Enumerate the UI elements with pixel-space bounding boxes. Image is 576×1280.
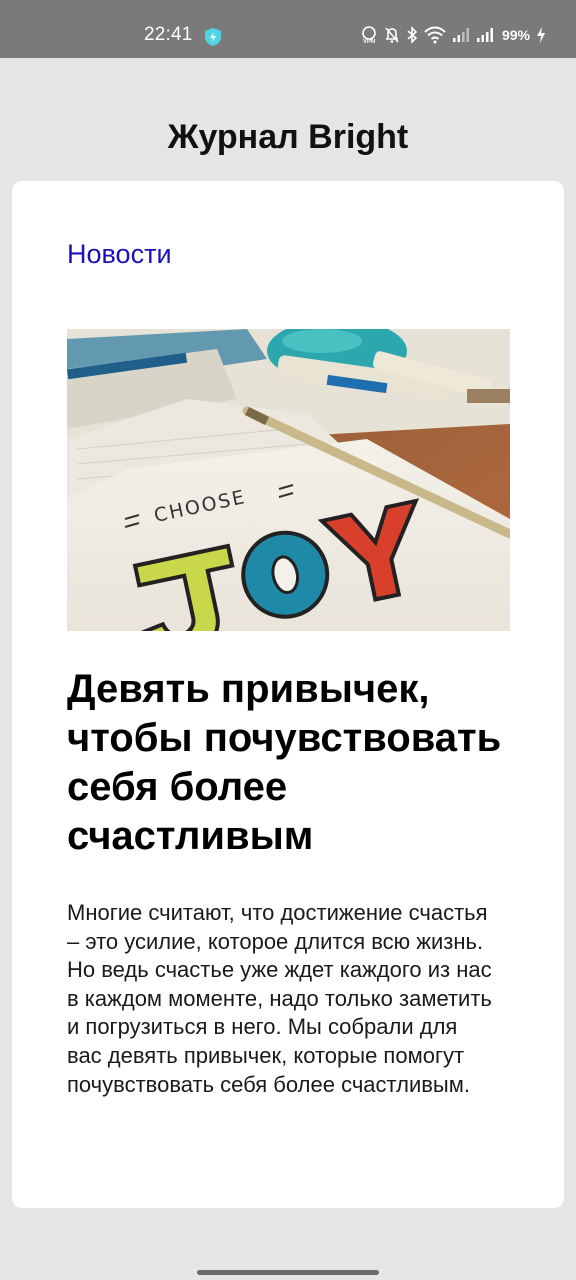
vpn-icon: VPN (362, 26, 376, 44)
status-time: 22:41 (144, 24, 193, 45)
status-icons: VPN 99% (360, 26, 546, 44)
choose-joy-illustration: CHOOSE (67, 329, 510, 631)
status-bar: 22:41 VPN 99% (0, 0, 576, 58)
category-link[interactable]: Новости (67, 239, 172, 270)
wifi-icon (424, 26, 446, 44)
battery-level: 99% (501, 27, 530, 43)
svg-text:VPN: VPN (363, 39, 375, 44)
page-title: Журнал Bright (167, 118, 409, 156)
signal-icon (476, 28, 493, 42)
gesture-bar[interactable] (197, 1270, 379, 1275)
shield-icon (205, 28, 221, 46)
battery-charging-icon (537, 27, 545, 43)
bell-off-icon (385, 27, 399, 43)
article-card[interactable]: Новости CHOOSE Девять привычек, чтобы по… (12, 181, 564, 1208)
article-lede: Многие считают, что достижение счастья –… (67, 900, 492, 1097)
article-image[interactable]: CHOOSE (67, 329, 510, 631)
signal-icon (452, 28, 469, 42)
bluetooth-icon (407, 26, 418, 44)
article-title[interactable]: Девять привычек, чтобы почувствовать себ… (67, 665, 527, 861)
